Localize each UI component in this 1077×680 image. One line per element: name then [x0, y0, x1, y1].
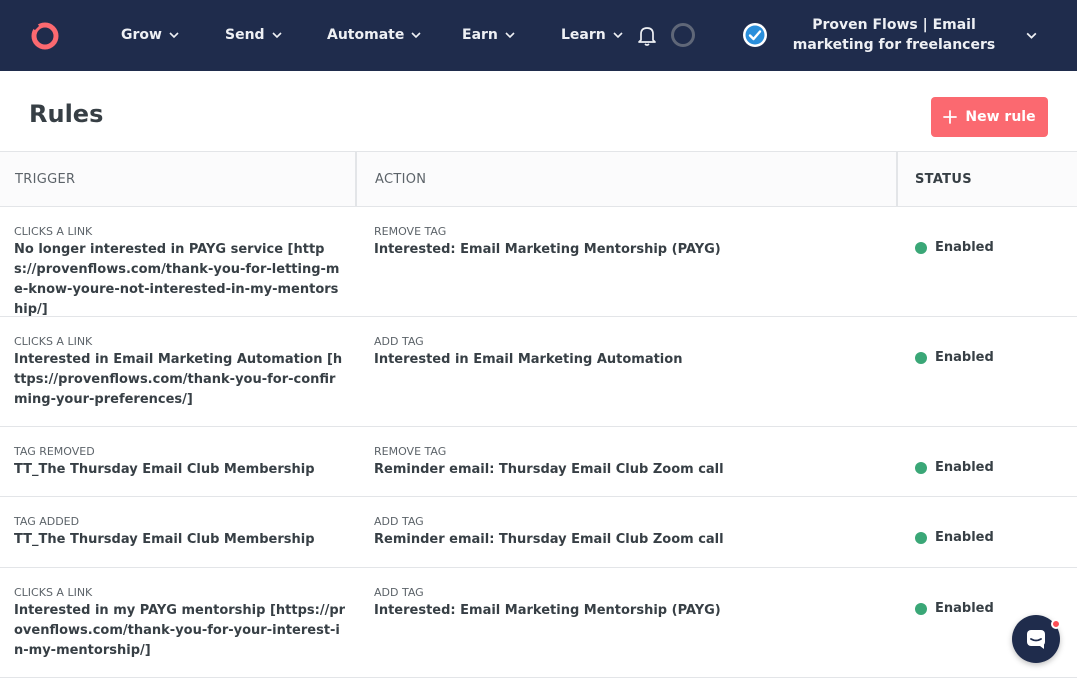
status-label: Enabled — [935, 240, 994, 255]
table-row[interactable]: CLICKS A LINK No longer interested in PA… — [0, 207, 1077, 317]
rules-table-header: TRIGGER ACTION STATUS — [0, 151, 1077, 207]
trigger-type: CLICKS A LINK — [14, 225, 93, 238]
nav-grow[interactable]: Grow — [121, 24, 180, 46]
nav-learn[interactable]: Learn — [561, 24, 624, 46]
nav-grow-label: Grow — [121, 27, 162, 43]
table-row[interactable]: TAG REMOVED TT_The Thursday Email Club M… — [0, 427, 1077, 497]
nav-automate-label: Automate — [327, 27, 405, 43]
status-dot-icon — [915, 241, 927, 254]
new-rule-label: New rule — [965, 109, 1036, 125]
trigger-cell: CLICKS A LINK Interested in Email Market… — [14, 317, 346, 410]
action-type: ADD TAG — [374, 586, 424, 599]
trigger-value: TT_The Thursday Email Club Membership — [14, 462, 315, 477]
verified-check-icon — [743, 23, 767, 47]
nav-send[interactable]: Send — [225, 24, 283, 46]
action-value: Interested: Email Marketing Mentorship (… — [374, 603, 721, 618]
action-value: Reminder email: Thursday Email Club Zoom… — [374, 462, 724, 477]
trigger-cell: TAG REMOVED TT_The Thursday Email Club M… — [14, 427, 346, 480]
status-label: Enabled — [935, 530, 994, 545]
trigger-type: CLICKS A LINK — [14, 335, 93, 348]
trigger-cell: CLICKS A LINK Interested in my PAYG ment… — [14, 568, 346, 661]
action-type: REMOVE TAG — [374, 445, 447, 458]
action-cell: REMOVE TAG Interested: Email Marketing M… — [374, 207, 874, 260]
chevron-down-icon — [613, 32, 623, 39]
action-type: REMOVE TAG — [374, 225, 447, 238]
trigger-cell: CLICKS A LINK No longer interested in PA… — [14, 207, 346, 320]
table-row[interactable]: CLICKS A LINK Interested in Email Market… — [0, 317, 1077, 427]
status-label: Enabled — [935, 350, 994, 365]
column-header-action: ACTION — [359, 152, 898, 206]
status-dot-icon — [915, 351, 927, 364]
action-value: Interested in Email Marketing Automation — [374, 352, 683, 367]
status-dot-icon — [915, 531, 927, 544]
chevron-down-icon — [411, 32, 421, 39]
action-type: ADD TAG — [374, 335, 424, 348]
loading-spinner-icon — [671, 23, 695, 47]
nav-learn-label: Learn — [561, 27, 606, 43]
chat-notification-badge — [1051, 619, 1061, 629]
trigger-value: TT_The Thursday Email Club Membership — [14, 532, 315, 547]
status-badge: Enabled — [915, 350, 994, 365]
action-cell: ADD TAG Interested in Email Marketing Au… — [374, 317, 874, 370]
action-value: Interested: Email Marketing Mentorship (… — [374, 242, 721, 257]
status-label: Enabled — [935, 601, 994, 616]
account-name[interactable]: Proven Flows | Email marketing for freel… — [780, 15, 1008, 55]
new-rule-button[interactable]: New rule — [931, 97, 1048, 137]
trigger-cell: TAG ADDED TT_The Thursday Email Club Mem… — [14, 497, 346, 550]
status-badge: Enabled — [915, 240, 994, 255]
status-dot-icon — [915, 461, 927, 474]
action-value: Reminder email: Thursday Email Club Zoom… — [374, 532, 724, 547]
table-row[interactable]: TAG ADDED TT_The Thursday Email Club Mem… — [0, 497, 1077, 568]
status-label: Enabled — [935, 460, 994, 475]
bell-icon[interactable] — [636, 24, 658, 46]
chevron-down-icon — [272, 32, 282, 39]
chevron-down-icon — [169, 32, 179, 39]
status-badge: Enabled — [915, 460, 994, 475]
plus-icon — [943, 110, 958, 124]
trigger-type: CLICKS A LINK — [14, 586, 93, 599]
trigger-type: TAG ADDED — [14, 515, 80, 528]
trigger-type: TAG REMOVED — [14, 445, 95, 458]
table-row[interactable]: CLICKS A LINK Interested in my PAYG ment… — [0, 568, 1077, 678]
nav-send-label: Send — [225, 27, 265, 43]
action-cell: ADD TAG Interested: Email Marketing Ment… — [374, 568, 874, 621]
trigger-value: Interested in Email Marketing Automation… — [14, 352, 343, 407]
action-type: ADD TAG — [374, 515, 424, 528]
column-header-status: STATUS — [915, 171, 972, 187]
action-cell: ADD TAG Reminder email: Thursday Email C… — [374, 497, 874, 550]
logo-icon[interactable] — [29, 19, 61, 51]
nav-earn[interactable]: Earn — [462, 24, 516, 46]
account-menu-chevron-icon[interactable] — [1025, 29, 1038, 42]
page-title: Rules — [29, 100, 104, 128]
chevron-down-icon — [505, 32, 515, 39]
status-dot-icon — [915, 602, 927, 615]
status-badge: Enabled — [915, 601, 994, 616]
status-badge: Enabled — [915, 530, 994, 545]
chat-icon — [1027, 630, 1045, 649]
action-cell: REMOVE TAG Reminder email: Thursday Emai… — [374, 427, 874, 480]
trigger-value: Interested in my PAYG mentorship [https:… — [14, 603, 346, 658]
top-navigation: Grow Send Automate Earn Learn Proven Flo… — [0, 0, 1077, 71]
column-header-trigger: TRIGGER — [0, 152, 357, 206]
nav-earn-label: Earn — [462, 27, 498, 43]
trigger-value: No longer interested in PAYG service [ht… — [14, 242, 340, 317]
nav-automate[interactable]: Automate — [327, 24, 422, 46]
